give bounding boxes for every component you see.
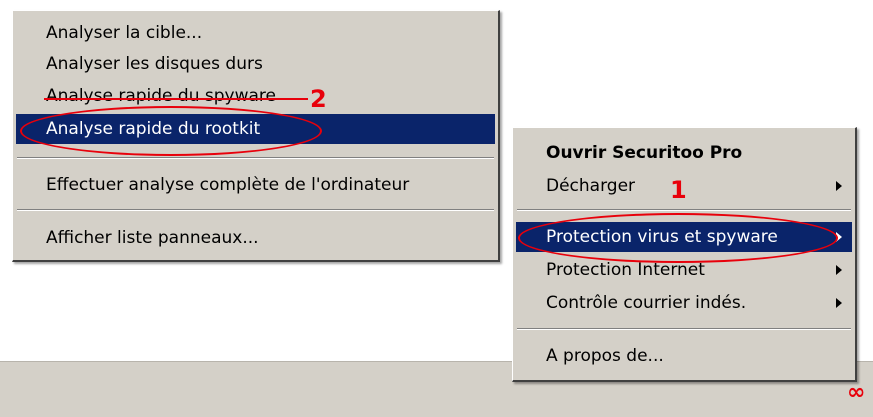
menu-item-label: Ouvrir Securitoo Pro (546, 143, 743, 163)
menu-separator (517, 328, 851, 330)
menu-item-label: Contrôle courrier indés. (546, 293, 747, 313)
menu-separator (517, 209, 851, 211)
menu-item-analyse-spyware[interactable]: Analyse rapide du spyware (16, 81, 495, 111)
annotation-circle-protection (518, 213, 838, 263)
menu-item-label: Analyser la cible... (46, 23, 203, 43)
annotation-number-2: 2 (310, 85, 327, 113)
menu-separator (17, 209, 494, 211)
menu-item-label: Afficher liste panneaux... (46, 228, 259, 248)
annotation-circle-rootkit (20, 106, 322, 156)
menu-item-afficher-panneaux[interactable]: Afficher liste panneaux... (16, 223, 495, 253)
menu-item-label: Effectuer analyse complète de l'ordinate… (46, 175, 410, 195)
submenu-arrow-icon (836, 298, 842, 308)
infinity-icon[interactable]: ∞ (847, 382, 873, 404)
submenu-arrow-icon (836, 181, 842, 191)
menu-item-label: Analyser les disques durs (46, 54, 263, 74)
menu-item-analyser-disques[interactable]: Analyser les disques durs (16, 49, 495, 79)
annotation-number-1: 1 (670, 176, 687, 204)
menu-item-label: Décharger (546, 176, 636, 196)
submenu-arrow-icon (836, 265, 842, 275)
menu-item-analyse-complete[interactable]: Effectuer analyse complète de l'ordinate… (16, 170, 495, 200)
menu-separator (17, 157, 494, 159)
menu-item-a-propos[interactable]: A propos de... (516, 341, 852, 371)
menu-item-analyser-cible[interactable]: Analyser la cible... (16, 18, 495, 48)
menu-item-open-securitoo[interactable]: Ouvrir Securitoo Pro (516, 138, 852, 168)
annotation-strikethrough (44, 98, 308, 100)
menu-item-label: A propos de... (546, 346, 664, 366)
menu-item-controle-courrier[interactable]: Contrôle courrier indés. (516, 288, 852, 318)
